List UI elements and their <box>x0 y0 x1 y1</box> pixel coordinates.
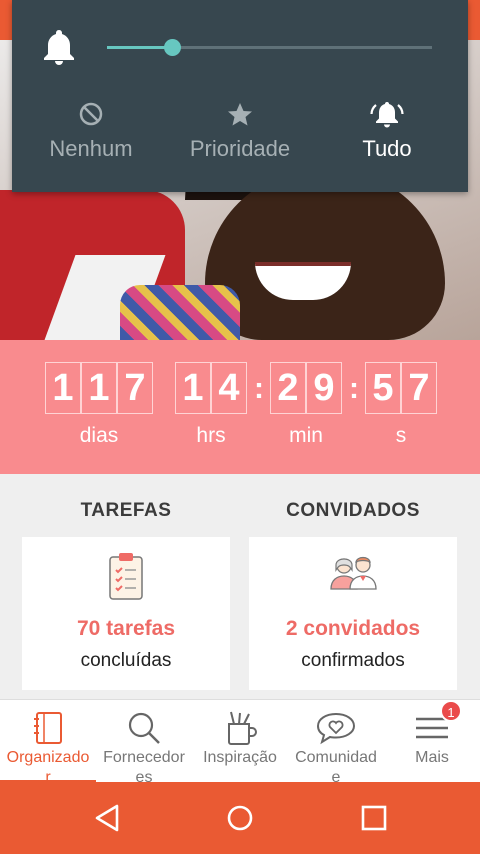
guests-couple-icon <box>330 556 377 590</box>
recents-icon[interactable] <box>354 802 394 834</box>
search-icon <box>128 712 160 744</box>
countdown-minutes: 2 9 <box>270 362 342 414</box>
digit: 1 <box>45 362 81 414</box>
tab-suppliers[interactable]: Fornecedor es <box>96 700 192 786</box>
countdown-days-label: dias <box>79 424 119 447</box>
android-navigation-bar <box>0 782 480 854</box>
notification-volume-panel: Nenhum Prioridade Tudo <box>12 0 468 192</box>
tasks-count: 70 tarefas <box>76 617 176 640</box>
digit: 1 <box>175 362 211 414</box>
digit: 7 <box>401 362 437 414</box>
tab-more-label: Mais <box>415 749 449 766</box>
guests-sub: confirmados <box>301 650 405 671</box>
bell-ringing-icon <box>370 102 404 128</box>
notebook-icon <box>34 712 62 744</box>
digit: 9 <box>306 362 342 414</box>
home-icon[interactable] <box>220 802 260 834</box>
volume-slider[interactable] <box>107 39 432 56</box>
separator-colon: : <box>254 372 264 405</box>
countdown-hours-label: hrs <box>196 424 226 447</box>
block-icon <box>79 102 103 126</box>
tasks-sub: concluídas <box>80 650 172 671</box>
tasks-card[interactable]: 70 tarefas concluídas <box>22 537 230 690</box>
mode-priority-label: Prioridade <box>189 136 291 161</box>
digit: 1 <box>81 362 117 414</box>
countdown-hours: 1 4 <box>175 362 247 414</box>
volume-slider-thumb[interactable] <box>164 39 181 56</box>
tab-inspiration-label: Inspiração <box>203 749 277 766</box>
heart-chat-icon <box>316 712 356 745</box>
notification-badge: 1 <box>440 700 462 722</box>
mode-all[interactable]: Tudo <box>312 98 462 162</box>
mode-none[interactable]: Nenhum <box>16 98 166 162</box>
digit: 2 <box>270 362 306 414</box>
wedding-countdown: 1 1 7 dias 1 4 hrs : 2 9 min : 5 7 s <box>0 340 480 474</box>
separator-colon: : <box>349 372 359 405</box>
cup-pencils-icon <box>228 711 257 745</box>
star-icon <box>228 103 252 126</box>
volume-slider-fill <box>107 46 172 49</box>
back-icon[interactable] <box>88 802 128 834</box>
digit: 4 <box>211 362 247 414</box>
countdown-seconds: 5 7 <box>365 362 437 414</box>
bottom-tab-bar: Organizado r Fornecedor es Inspiração Co… <box>0 699 480 786</box>
tab-community[interactable]: Comunidad e <box>288 700 384 786</box>
countdown-minutes-label: min <box>289 424 323 447</box>
bell-icon[interactable] <box>42 28 76 66</box>
countdown-days: 1 1 7 <box>45 362 153 414</box>
tab-inspiration[interactable]: Inspiração <box>192 700 288 783</box>
guests-section-title: CONVIDADOS <box>286 500 420 521</box>
digit: 5 <box>365 362 401 414</box>
mode-priority[interactable]: Prioridade <box>165 98 315 162</box>
mode-all-label: Tudo <box>362 136 412 161</box>
countdown-seconds-label: s <box>395 424 407 447</box>
digit: 7 <box>117 362 153 414</box>
tab-more[interactable]: Mais <box>384 700 480 783</box>
clipboard-checklist-icon <box>109 553 143 600</box>
guests-card[interactable]: 2 convidados confirmados <box>249 537 457 690</box>
mode-none-label: Nenhum <box>49 136 133 161</box>
guests-count: 2 convidados <box>285 617 421 640</box>
tab-organizer[interactable]: Organizado r <box>0 700 96 786</box>
tasks-section-title: TAREFAS <box>80 500 172 521</box>
